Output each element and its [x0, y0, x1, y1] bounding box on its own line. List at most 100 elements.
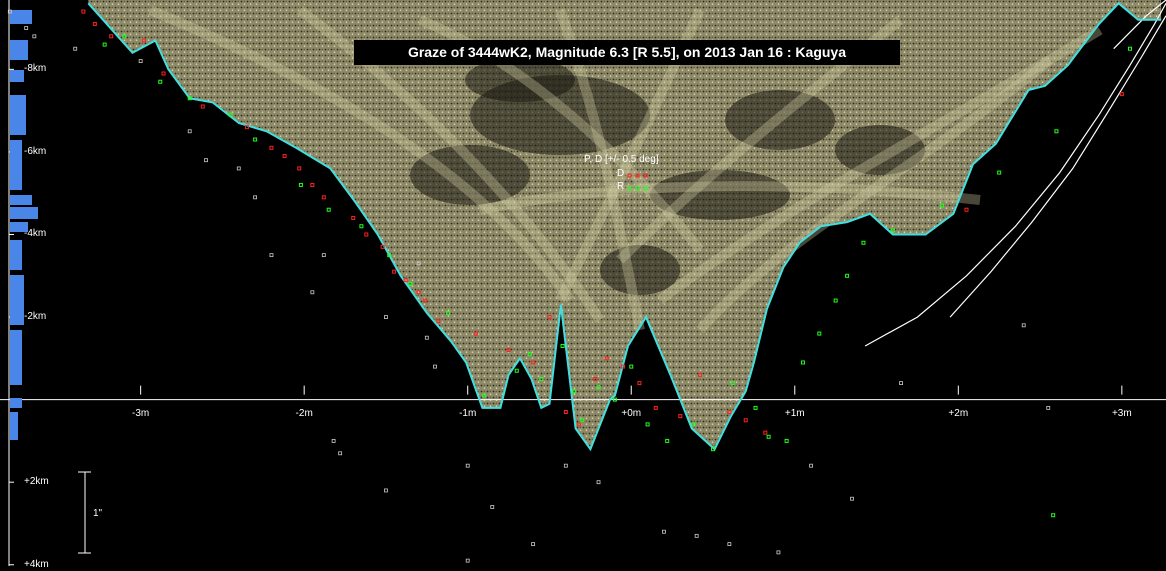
event-point — [465, 463, 470, 468]
r-point — [833, 298, 838, 303]
scale-bar — [78, 471, 91, 554]
y-density-bar — [10, 412, 18, 440]
d-point — [763, 430, 768, 435]
y-density-bar — [10, 330, 22, 385]
event-point — [32, 34, 37, 39]
x-tick-label: +0m — [621, 408, 642, 419]
event-point — [384, 488, 388, 493]
d-point — [653, 405, 658, 410]
d-point — [563, 410, 568, 415]
x-tick-label: +1m — [784, 408, 805, 419]
r-point — [629, 364, 634, 369]
event-point — [662, 529, 666, 534]
y-tick-label: -4km — [24, 228, 47, 240]
d-point — [244, 125, 249, 130]
d-point — [364, 232, 369, 237]
event-point — [138, 59, 143, 63]
r-point — [158, 79, 163, 84]
legend-item-d-label: D — [617, 168, 625, 179]
r-point — [1054, 129, 1059, 134]
d-point — [200, 104, 205, 109]
event-point — [204, 158, 208, 163]
event-point — [269, 253, 274, 258]
r-point — [800, 360, 805, 365]
d-point — [161, 71, 166, 76]
x-tick-label: -1m — [459, 408, 477, 419]
event-point — [531, 542, 536, 547]
legend-item-r-label: R — [617, 181, 625, 192]
y-density-bar — [10, 275, 24, 325]
d-point — [310, 182, 315, 187]
event-point — [727, 542, 732, 547]
event-point — [321, 253, 326, 258]
r-point — [253, 137, 258, 142]
r-point — [298, 182, 303, 187]
d-point — [678, 414, 683, 419]
r-point — [784, 438, 789, 443]
event-point — [490, 505, 495, 509]
event-point — [73, 46, 78, 51]
x-tick-label: +2m — [948, 408, 969, 419]
event-point — [809, 463, 814, 468]
lunar-terrain-area — [88, 0, 1162, 450]
event-point — [338, 451, 343, 456]
event-point — [899, 381, 903, 386]
event-point — [331, 439, 336, 443]
d-point — [81, 9, 86, 14]
r-point — [861, 240, 866, 245]
d-point — [282, 154, 287, 159]
d-point — [637, 381, 642, 386]
r-point — [1128, 46, 1133, 51]
y-density-bar — [10, 195, 32, 205]
event-point — [563, 463, 568, 468]
scale-bar-label: 1" — [93, 508, 103, 519]
r-point — [997, 170, 1002, 175]
terrain-fill — [88, 0, 1162, 450]
r-point — [711, 447, 716, 452]
r-point — [514, 368, 519, 373]
terrain-shadow — [600, 245, 680, 295]
d-point — [297, 166, 302, 171]
y-density-bar — [10, 40, 28, 60]
d-point — [743, 418, 748, 423]
d-point — [92, 21, 97, 26]
chart-title: Graze of 3444wK2, Magnitude 6.3 [R 5.5],… — [354, 40, 900, 65]
event-point — [1021, 323, 1026, 328]
r-point — [560, 343, 565, 348]
event-point — [236, 166, 241, 171]
d-point — [1119, 92, 1124, 97]
event-point — [433, 364, 437, 369]
y-density-bar — [10, 240, 22, 270]
y-tick-label: +2km — [24, 476, 49, 488]
x-tick-label: -3m — [132, 408, 150, 419]
y-density-bar — [10, 207, 38, 219]
y-density-bar — [10, 140, 22, 190]
r-point — [359, 224, 364, 229]
y-density-bar — [10, 10, 32, 24]
r-point — [753, 405, 758, 410]
event-point — [253, 195, 258, 200]
y-density-bar — [10, 95, 26, 135]
event-point — [850, 496, 854, 501]
r-point — [326, 207, 331, 212]
event-point — [424, 335, 429, 340]
r-point — [645, 422, 650, 427]
event-point — [465, 558, 470, 563]
graze-profile-plot — [0, 0, 1166, 566]
r-point — [817, 331, 822, 336]
r-point — [665, 438, 670, 443]
event-point — [596, 480, 601, 485]
d-point — [109, 34, 114, 39]
y-tick-label: +4km — [24, 558, 49, 570]
r-point — [102, 42, 107, 47]
d-point — [964, 207, 969, 212]
event-point — [694, 533, 699, 538]
y-density-bar — [10, 398, 22, 408]
x-tick-label: -2m — [295, 408, 313, 419]
y-density-bar — [10, 70, 24, 82]
event-point — [310, 290, 315, 295]
r-point — [845, 273, 850, 278]
x-tick-label: +3m — [1111, 408, 1132, 419]
event-point — [24, 26, 29, 30]
d-point — [380, 244, 385, 249]
